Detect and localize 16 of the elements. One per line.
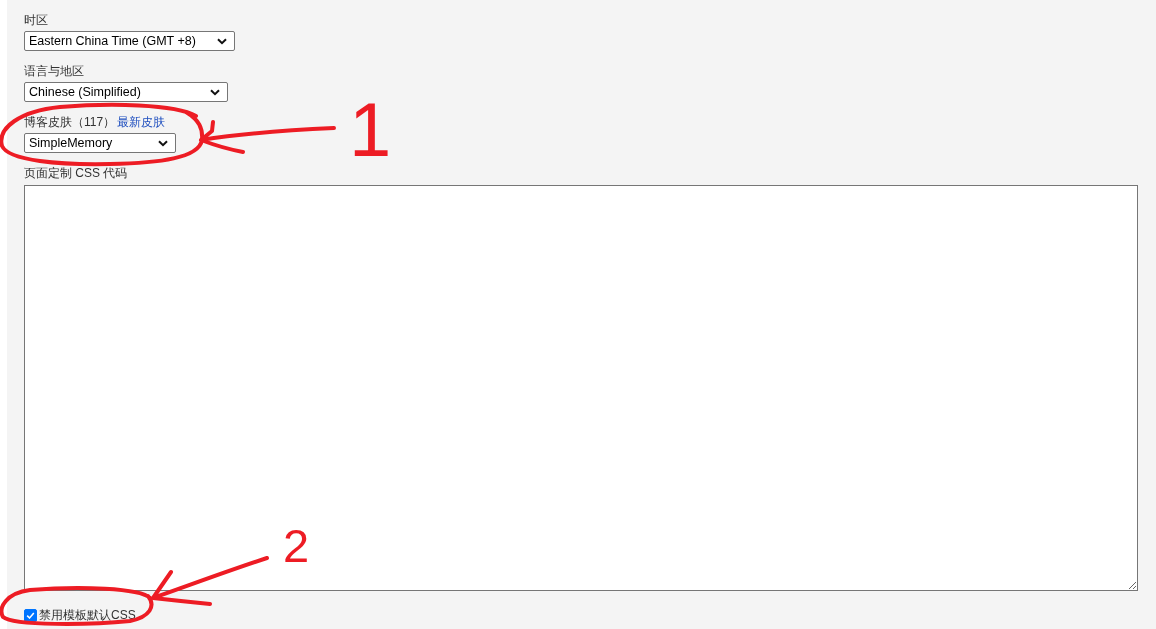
dropdown[interactable]: Eastern China Time (GMT +8) (24, 31, 235, 51)
field-label: 语言与地区 (24, 63, 84, 79)
dropdown[interactable]: Chinese (Simplified) (24, 82, 228, 102)
chevron-down-icon (210, 88, 220, 96)
checkbox-label: 禁用模板默认CSS (39, 606, 136, 624)
checkbox[interactable] (24, 608, 37, 622)
chevron-down-icon (217, 37, 227, 45)
annotation-number: 2 (283, 522, 310, 569)
checkmark-icon (26, 611, 35, 619)
field-label: 时区 (24, 12, 48, 28)
chevron-down-icon (158, 139, 168, 147)
link[interactable]: 最新皮肤 (117, 114, 166, 130)
field-label: 页面定制 CSS 代码 (24, 165, 128, 181)
dropdown[interactable]: SimpleMemory (24, 133, 176, 153)
annotation-number: 1 (349, 92, 392, 168)
field-label: 博客皮肤（117） (24, 114, 116, 130)
